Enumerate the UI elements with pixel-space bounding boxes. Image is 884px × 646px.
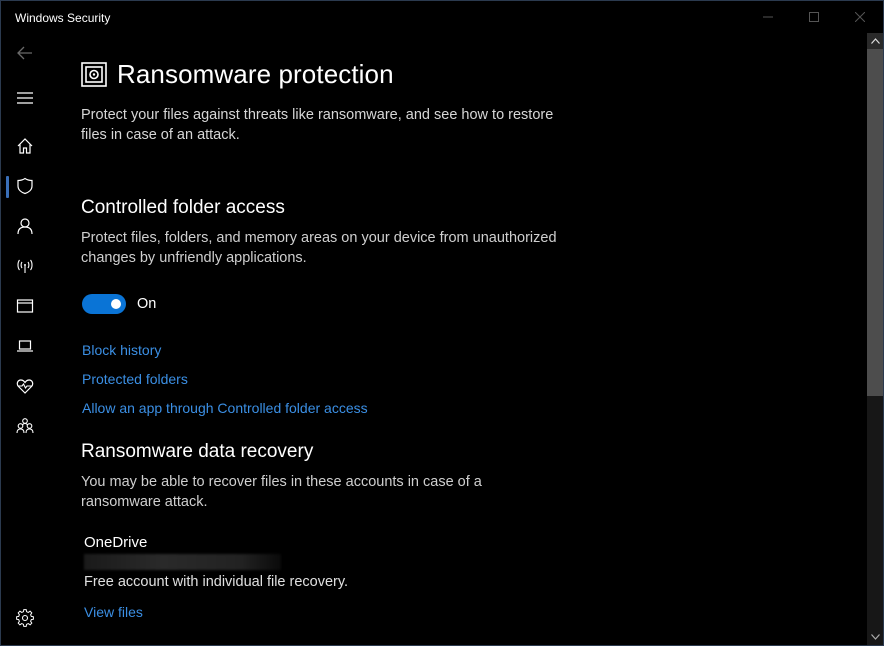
gear-icon [16, 609, 34, 627]
toggle-state-label: On [137, 296, 157, 312]
page-title: Ransomware protection [117, 59, 394, 89]
chevron-down-icon [871, 634, 880, 640]
vertical-scrollbar[interactable] [867, 33, 883, 645]
sidebar-nav [1, 33, 49, 645]
windows-security-window: Windows Security Ransomware protection P… [0, 0, 884, 646]
page-header: Ransomware protection [81, 59, 394, 90]
home-icon [17, 138, 33, 154]
page-description: Protect your files against threats like … [81, 107, 554, 143]
family-icon [16, 418, 34, 434]
sidebar-item-device-performance[interactable] [1, 366, 49, 406]
chevron-up-icon [871, 38, 880, 44]
close-icon [855, 12, 865, 22]
person-icon [17, 218, 33, 235]
controlled-folder-access-heading: Controlled folder access [81, 197, 285, 218]
data-recovery-description: You may be able to recover files in thes… [81, 474, 482, 510]
minimize-button[interactable] [745, 1, 791, 33]
sidebar-item-home[interactable] [1, 126, 49, 166]
block-history-link[interactable]: Block history [82, 342, 161, 358]
heart-pulse-icon [16, 379, 34, 394]
toggle-knob [111, 299, 121, 309]
back-arrow-icon [17, 46, 32, 60]
wireless-antenna-icon [17, 259, 33, 273]
hamburger-menu-icon [17, 92, 33, 104]
allow-app-link[interactable]: Allow an app through Controlled folder a… [82, 400, 368, 416]
close-button[interactable] [837, 1, 883, 33]
sidebar-item-device-security[interactable] [1, 326, 49, 366]
view-files-link[interactable]: View files [84, 604, 143, 620]
sidebar-item-firewall-network[interactable] [1, 246, 49, 286]
title-bar: Windows Security [1, 1, 883, 33]
scroll-down-button[interactable] [867, 629, 883, 645]
account-plan: Free account with individual file recove… [84, 574, 349, 590]
sidebar-item-family-options[interactable] [1, 406, 49, 446]
controlled-folder-access-description: Protect files, folders, and memory areas… [81, 230, 557, 266]
protected-folders-link[interactable]: Protected folders [82, 371, 188, 387]
browser-window-icon [16, 299, 34, 313]
safe-vault-icon [81, 61, 107, 87]
scrollbar-thumb[interactable] [867, 49, 883, 396]
menu-button[interactable] [1, 78, 49, 118]
controlled-folder-access-toggle[interactable] [82, 294, 126, 314]
minimize-icon [763, 16, 773, 18]
redacted-email [84, 554, 281, 570]
back-button[interactable] [1, 33, 49, 73]
scroll-up-button[interactable] [867, 33, 883, 49]
shield-icon [17, 177, 33, 195]
maximize-button[interactable] [791, 1, 837, 33]
sidebar-item-app-browser-control[interactable] [1, 286, 49, 326]
account-name: OneDrive [84, 534, 148, 551]
settings-button[interactable] [1, 598, 49, 638]
data-recovery-heading: Ransomware data recovery [81, 441, 314, 462]
sidebar-item-virus-threat-protection[interactable] [1, 166, 49, 206]
app-title: Windows Security [15, 11, 111, 25]
sidebar-item-account-protection[interactable] [1, 206, 49, 246]
laptop-icon [17, 340, 33, 352]
maximize-icon [809, 12, 819, 22]
